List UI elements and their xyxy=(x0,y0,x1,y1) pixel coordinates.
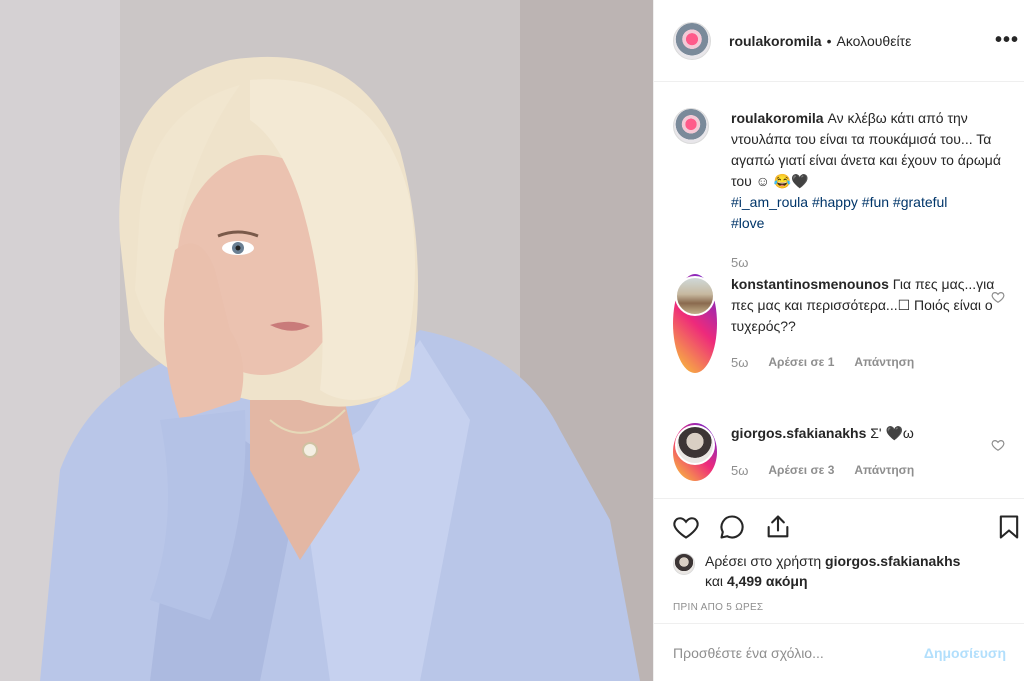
comment-body: konstantinosmenounos Για πες μας...για π… xyxy=(731,274,1001,373)
comment-age[interactable]: 5ω xyxy=(731,352,748,373)
bookmark-icon[interactable] xyxy=(995,513,1023,541)
caption-body: roulakoromila Αν κλέβω κάτι από την ντου… xyxy=(731,108,1001,273)
hashtag-link[interactable]: #happy xyxy=(812,194,858,210)
caption-meta: 5ω xyxy=(731,252,1001,273)
comment-username[interactable]: konstantinosmenounos xyxy=(731,276,889,292)
liker-avatar[interactable] xyxy=(673,553,695,575)
share-icon[interactable] xyxy=(764,513,792,541)
comment-reply-button[interactable]: Απάντηση xyxy=(854,460,914,481)
comment-likes[interactable]: Αρέσει σε 3 xyxy=(768,460,834,481)
liker-username[interactable]: giorgos.sfakianakhs xyxy=(825,553,960,569)
likes-count[interactable]: 4,499 xyxy=(727,573,762,589)
add-comment-bar: Δημοσίευση xyxy=(654,623,1024,681)
author-username[interactable]: roulakoromila xyxy=(729,33,822,49)
caption-username[interactable]: roulakoromila xyxy=(731,110,824,126)
comment-meta: 5ω Αρέσει σε 1 Απάντηση xyxy=(731,352,1001,373)
commenter-avatar-ring[interactable] xyxy=(673,423,717,481)
comment-like-heart-icon[interactable] xyxy=(991,438,1005,452)
caption-age[interactable]: 5ω xyxy=(731,252,748,273)
likes-and: και xyxy=(705,573,724,589)
heart-icon[interactable] xyxy=(672,513,700,541)
hashtag-link[interactable]: #grateful xyxy=(893,194,947,210)
more-options-icon[interactable]: ••• xyxy=(995,30,1019,50)
comment-like-heart-icon[interactable] xyxy=(991,290,1005,304)
comment-reply-button[interactable]: Απάντηση xyxy=(854,352,914,373)
photo-illustration xyxy=(0,0,653,681)
post-side-panel: roulakoromila • Ακολουθείτε ••• roulakor… xyxy=(653,0,1024,681)
post-comment-button[interactable]: Δημοσίευση xyxy=(924,645,1006,661)
comments-list[interactable]: roulakoromila Αν κλέβω κάτι από την ντου… xyxy=(654,82,1024,498)
likes-suffix[interactable]: ακόμη xyxy=(766,573,808,589)
commenter-avatar-ring[interactable] xyxy=(673,274,717,373)
comment-icon[interactable] xyxy=(718,513,746,541)
caption: roulakoromila Αν κλέβω κάτι από την ντου… xyxy=(673,108,1001,273)
follow-status-button[interactable]: Ακολουθείτε xyxy=(837,33,912,49)
comment-item: giorgos.sfakianakhs Σ' 🖤ω 5ω Αρέσει σε 3… xyxy=(673,423,1001,481)
comment-text: Σ' 🖤ω xyxy=(870,425,914,441)
comment-input[interactable] xyxy=(673,644,924,661)
comment-likes[interactable]: Αρέσει σε 1 xyxy=(768,352,834,373)
comment-username[interactable]: giorgos.sfakianakhs xyxy=(731,425,866,441)
comment-meta: 5ω Αρέσει σε 3 Απάντηση xyxy=(731,460,1001,481)
caption-avatar[interactable] xyxy=(673,108,709,144)
post-photo[interactable] xyxy=(0,0,653,681)
likes-prefix: Αρέσει στο χρήστη xyxy=(705,553,822,569)
post-actions: Αρέσει στο χρήστη giorgos.sfakianakhs κα… xyxy=(654,498,1024,623)
comment-item: konstantinosmenounos Για πες μας...για π… xyxy=(673,274,1001,373)
commenter-avatar xyxy=(675,276,715,316)
hashtag-link[interactable]: #fun xyxy=(862,194,889,210)
likes-summary: Αρέσει στο χρήστη giorgos.sfakianakhs κα… xyxy=(673,551,960,591)
post-header: roulakoromila • Ακολουθείτε ••• xyxy=(654,0,1024,82)
comment-age[interactable]: 5ω xyxy=(731,460,748,481)
commenter-avatar xyxy=(675,425,715,465)
header-separator: • xyxy=(826,32,832,49)
hashtag-link[interactable]: #love xyxy=(731,215,764,231)
comment-body: giorgos.sfakianakhs Σ' 🖤ω 5ω Αρέσει σε 3… xyxy=(731,423,1001,481)
hashtag-link[interactable]: #i_am_roula xyxy=(731,194,808,210)
author-avatar[interactable] xyxy=(673,21,711,60)
likes-text: Αρέσει στο χρήστη giorgos.sfakianakhs κα… xyxy=(705,551,960,591)
post-timestamp[interactable]: ΠΡΙΝ ΑΠΟ 5 ΩΡΕΣ xyxy=(673,602,763,613)
